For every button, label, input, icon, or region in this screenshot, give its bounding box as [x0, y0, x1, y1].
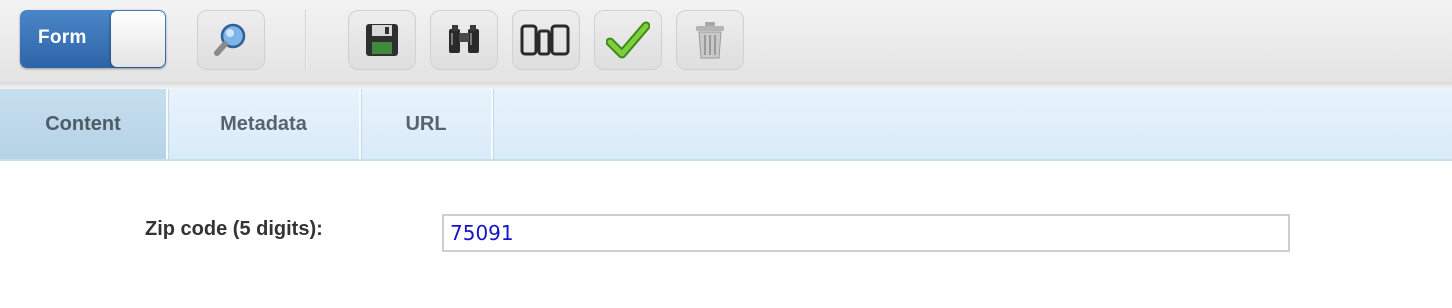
tab-url[interactable]: URL: [361, 89, 493, 159]
preview-button[interactable]: [197, 10, 265, 70]
magnifier-icon: [214, 23, 246, 56]
form-mode-toggle[interactable]: Form: [20, 10, 166, 68]
tab-content[interactable]: Content: [0, 89, 168, 159]
responsive-preview-button[interactable]: [512, 10, 580, 70]
toolbar: Form: [0, 0, 1452, 83]
zip-code-input[interactable]: [442, 214, 1290, 252]
devices-icon: [520, 24, 570, 56]
delete-button[interactable]: [676, 10, 744, 70]
validate-button[interactable]: [594, 10, 662, 70]
search-button[interactable]: [430, 10, 498, 70]
form-mode-toggle-label: Form: [38, 27, 87, 48]
floppy-disk-icon: [366, 24, 398, 56]
tab-bar: Content Metadata URL: [0, 89, 1452, 161]
tab-label: Metadata: [220, 112, 307, 135]
tab-label: URL: [405, 112, 447, 135]
save-button[interactable]: [348, 10, 416, 70]
tab-metadata[interactable]: Metadata: [168, 89, 361, 159]
checkmark-icon: [606, 21, 650, 59]
toggle-knob[interactable]: [111, 11, 165, 67]
toolbar-divider: [0, 82, 1452, 89]
toolbar-separator: [305, 10, 307, 70]
tab-label: Content: [45, 112, 121, 135]
zip-code-label: Zip code (5 digits):: [145, 218, 323, 240]
trash-icon: [696, 22, 724, 59]
binoculars-icon: [449, 25, 479, 53]
